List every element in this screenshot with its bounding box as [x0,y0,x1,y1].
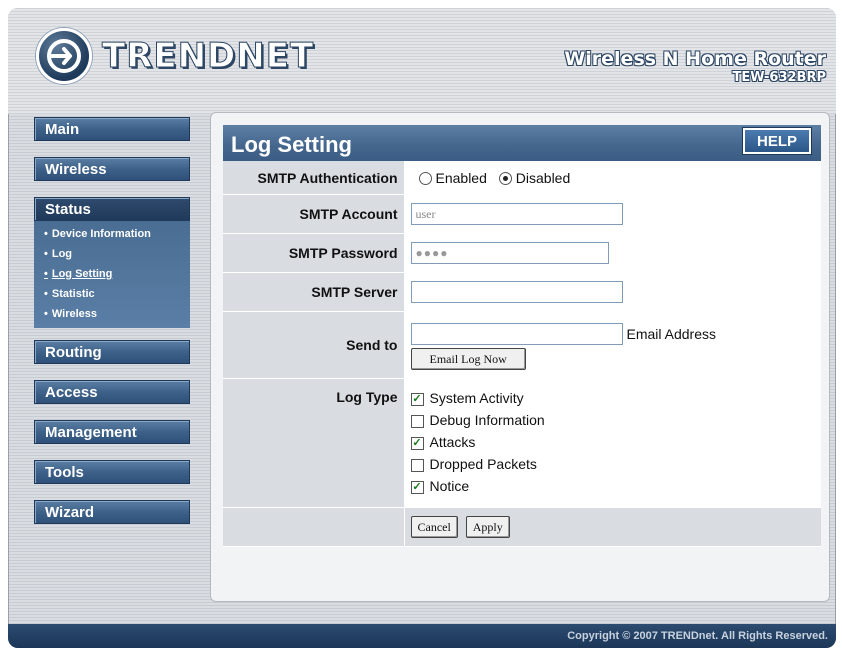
email-address-label: Email Address [626,325,716,342]
bullet-icon: • [44,268,48,280]
subnav-device-information[interactable]: • Device Information [34,224,190,244]
apply-button[interactable]: Apply [465,516,510,538]
sidebar-item-access[interactable]: Access [34,380,190,404]
log-type-label-text: System Activity [429,390,524,406]
radio-enabled[interactable] [418,172,432,186]
log-type-label: Log Type [223,378,405,508]
form-row-smtp-auth: SMTP Authentication Enabled Disabled [223,161,821,195]
product-name: Wireless N Home Router [564,48,826,70]
disabled-label: Disabled [515,169,571,186]
form-row-smtp-account: SMTP Account user [223,194,821,234]
sidebar-item-management[interactable]: Management [34,420,190,444]
content-panel: Log Setting HELP SMTP Authentication Ena… [210,112,830,602]
subnav-log[interactable]: • Log [34,244,190,264]
status-submenu: • Device Information • Log • Log Setting • S… [34,221,190,328]
product-info: Wireless N Home Router TEW-632BRP [564,48,826,85]
sidebar-item-status[interactable]: Status [34,197,190,221]
product-model: TEW-632BRP [732,70,826,85]
cancel-button[interactable]: Cancel [410,516,458,538]
form-row-log-type: Log Type ✓ System Activity Debug Informat… [223,378,822,508]
bullet-icon: • [44,228,48,240]
sidebar-item-routing[interactable]: Routing [34,340,190,364]
form-row-smtp-password: SMTP Password ●●●● [223,233,821,273]
enabled-label: Enabled [435,169,487,186]
subnav-wireless[interactable]: • Wireless [34,304,190,324]
router-ui-frame: TRENDNET Wireless N Home Router TEW-632B… [8,8,836,648]
panel-header: Log Setting HELP [223,125,821,161]
log-type-debug-information[interactable]: Debug Information [410,409,822,431]
sidebar-item-main[interactable]: Main [34,117,190,141]
actions-spacer [223,507,405,547]
email-log-now-button[interactable]: Email Log Now [410,347,526,370]
logo-text: TRENDNET [101,36,315,77]
form-row-send-to: Send to Email Address Email Log Now [223,311,821,379]
checkbox-unchecked-icon[interactable] [410,458,424,472]
smtp-password-label: SMTP Password [223,233,405,273]
sidebar-item-tools[interactable]: Tools [34,460,190,484]
checkbox-unchecked-icon[interactable] [410,414,424,428]
smtp-server-input[interactable] [410,281,623,303]
log-type-label-text: Notice [429,478,470,494]
footer-copyright: Copyright © 2007 TRENDnet. All Rights Re… [8,624,836,648]
subnav-label: Statistic [51,288,95,300]
log-type-dropped-packets[interactable]: Dropped Packets [410,453,822,475]
subnav-statistic[interactable]: • Statistic [34,284,190,304]
log-setting-form: SMTP Authentication Enabled Disabled SMT… [223,161,821,547]
checkbox-checked-icon[interactable]: ✓ [410,480,424,494]
smtp-auth-options: Enabled Disabled [404,161,821,195]
send-to-label: Send to [223,311,405,379]
sidebar-item-wireless[interactable]: Wireless [34,157,190,181]
bullet-icon: • [44,308,48,320]
smtp-server-label: SMTP Server [223,272,405,312]
checkbox-checked-icon[interactable]: ✓ [410,436,424,450]
log-type-notice[interactable]: ✓ Notice [410,475,822,497]
subnav-label: Device Information [51,228,151,240]
log-type-label-text: Debug Information [429,412,545,428]
log-type-system-activity[interactable]: ✓ System Activity [410,387,822,409]
checkbox-checked-icon[interactable]: ✓ [410,392,424,406]
subnav-label: Log [51,248,73,260]
log-type-attacks[interactable]: ✓ Attacks [410,431,822,453]
smtp-account-label: SMTP Account [223,194,405,234]
log-type-label-text: Attacks [429,434,476,450]
subnav-label: Log Setting [51,268,113,280]
smtp-auth-label: SMTP Authentication [223,161,405,195]
header: TRENDNET Wireless N Home Router TEW-632B… [8,8,836,114]
smtp-account-input[interactable]: user [410,203,623,225]
form-row-actions: Cancel Apply [223,507,821,547]
radio-disabled[interactable] [498,172,512,186]
bullet-icon: • [44,288,48,300]
send-to-input[interactable] [410,322,623,345]
sidebar-nav: Main Wireless Status • Device Information… [34,117,192,540]
sidebar-item-wizard[interactable]: Wizard [34,500,190,524]
form-row-smtp-server: SMTP Server [223,272,821,312]
log-type-label-text: Dropped Packets [429,456,537,472]
bullet-icon: • [44,248,48,260]
help-button[interactable]: HELP [742,127,812,155]
trendnet-logo-icon [36,28,92,84]
smtp-password-input[interactable]: ●●●● [410,242,609,264]
subnav-log-setting[interactable]: • Log Setting [34,264,190,284]
brand-logo: TRENDNET [36,28,314,84]
page-title: Log Setting [231,132,352,157]
subnav-label: Wireless [51,308,98,320]
